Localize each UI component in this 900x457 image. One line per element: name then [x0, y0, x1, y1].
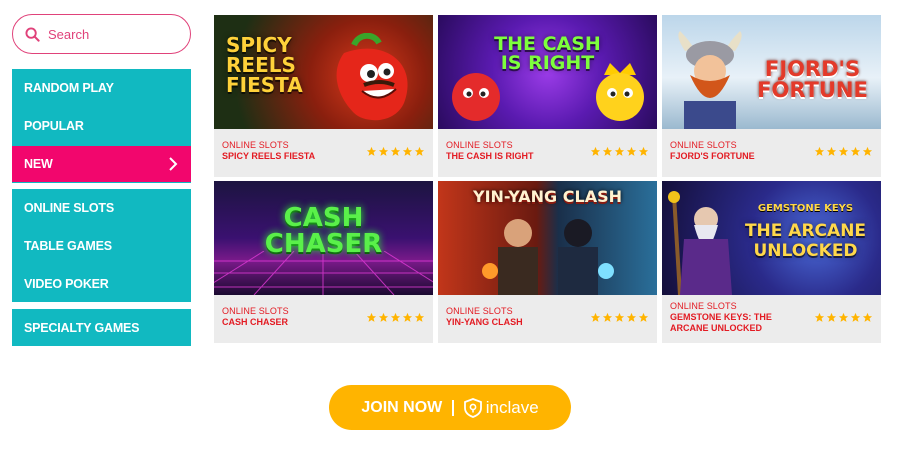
menu-group-games: ONLINE SLOTS TABLE GAMES VIDEO POKER: [12, 189, 191, 302]
menu-item-label: RANDOM PLAY: [24, 81, 114, 95]
game-name: CASH CHASER: [222, 317, 289, 327]
game-info: ONLINE SLOTS CASH CHASER: [214, 295, 433, 343]
menu-item-specialty-games[interactable]: SPECIALTY GAMES: [12, 309, 191, 346]
star-icon: [626, 146, 637, 156]
game-title-art: THE CASH IS RIGHT: [494, 33, 601, 74]
star-icon: [402, 312, 413, 322]
game-title-art: YIN-YANG CLASH: [473, 187, 622, 206]
inclave-shield-icon: [463, 397, 482, 418]
game-title-art: CASH CHASER: [264, 203, 383, 259]
game-info: ONLINE SLOTS THE CASH IS RIGHT: [438, 129, 657, 177]
chevron-right-icon: [169, 157, 178, 171]
rating-stars: [814, 146, 873, 157]
game-thumbnail: CASH CHASER: [214, 181, 433, 295]
star-icon: [814, 146, 825, 156]
game-category: ONLINE SLOTS: [670, 301, 737, 311]
menu-item-label: SPECIALTY GAMES: [24, 320, 140, 335]
star-icon: [378, 146, 389, 156]
game-thumbnail: FJORD'S FORTUNE: [662, 15, 881, 129]
menu-item-popular[interactable]: POPULAR: [12, 107, 191, 145]
menu-item-table-games[interactable]: TABLE GAMES: [12, 227, 191, 265]
game-card[interactable]: THE CASH IS RIGHT ONLINE SLOTS THE CASH …: [438, 15, 657, 177]
star-icon: [850, 146, 861, 156]
star-icon: [814, 312, 825, 322]
rating-stars: [366, 146, 425, 157]
game-thumbnail: SPICY REELS FIESTA: [214, 15, 433, 129]
star-icon: [862, 312, 873, 322]
game-info: ONLINE SLOTS SPICY REELS FIESTA: [214, 129, 433, 177]
game-info: ONLINE SLOTS FJORD'S FORTUNE: [662, 129, 881, 177]
game-title-art: THE ARCANE UNLOCKED: [744, 221, 867, 262]
wizard-character-icon: [668, 191, 732, 295]
game-card[interactable]: GEMSTONE KEYS THE ARCANE UNLOCKED ONLINE…: [662, 181, 881, 343]
game-title-art-prefix: GEMSTONE KEYS: [757, 203, 854, 214]
menu-group-specialty: SPECIALTY GAMES: [12, 309, 191, 346]
rating-stars: [590, 312, 649, 323]
brand-name: inclave: [485, 397, 539, 417]
star-icon: [850, 312, 861, 322]
star-icon: [390, 312, 401, 322]
divider: [452, 399, 454, 416]
rating-stars: [590, 146, 649, 157]
star-icon: [826, 312, 837, 322]
join-now-button[interactable]: JOIN NOW inclave: [329, 385, 571, 430]
game-card[interactable]: CASH CHASER ONLINE SLOTS CASH CHASER: [214, 181, 433, 343]
menu-item-label: TABLE GAMES: [24, 239, 112, 253]
menu-item-label: NEW: [24, 157, 53, 171]
menu-item-label: POPULAR: [24, 119, 84, 133]
star-icon: [602, 312, 613, 322]
rating-stars: [366, 312, 425, 323]
menu-item-label: VIDEO POKER: [24, 277, 109, 291]
star-icon: [378, 312, 389, 322]
game-card[interactable]: FJORD'S FORTUNE ONLINE SLOTS FJORD'S FOR…: [662, 15, 881, 177]
menu-item-new[interactable]: NEW: [12, 146, 191, 182]
star-icon: [602, 146, 613, 156]
game-name: SPICY REELS FIESTA: [222, 151, 316, 161]
viking-character-icon: [678, 31, 742, 129]
game-info: ONLINE SLOTS GEMSTONE KEYS: THE ARCANE U…: [662, 295, 881, 343]
join-label: JOIN NOW: [361, 398, 443, 416]
star-icon: [414, 312, 425, 322]
game-thumbnail: THE CASH IS RIGHT: [438, 15, 657, 129]
game-name: YIN-YANG CLASH: [446, 317, 523, 327]
menu-item-online-slots[interactable]: ONLINE SLOTS: [12, 189, 191, 227]
menu-item-random-play[interactable]: RANDOM PLAY: [12, 69, 191, 107]
star-icon: [826, 146, 837, 156]
menu-group-active: NEW: [12, 146, 191, 182]
star-icon: [414, 146, 425, 156]
search-icon: [25, 26, 40, 42]
star-icon: [638, 312, 649, 322]
warriors-icon: [482, 219, 614, 295]
game-card[interactable]: SPICY REELS FIESTA ONLINE SLOTS SPICY RE…: [214, 15, 433, 177]
game-name: FJORD'S FORTUNE: [670, 151, 755, 161]
rating-stars: [814, 312, 873, 323]
star-icon: [590, 312, 601, 322]
star-icon: [590, 146, 601, 156]
menu-item-label: ONLINE SLOTS: [24, 201, 114, 215]
menu-item-video-poker[interactable]: VIDEO POKER: [12, 265, 191, 303]
star-icon: [862, 146, 873, 156]
game-thumbnail: YIN-YANG CLASH: [438, 181, 657, 295]
search-bar[interactable]: [12, 14, 191, 54]
star-icon: [402, 146, 413, 156]
star-icon: [638, 146, 649, 156]
chili-pepper-icon: [336, 33, 408, 121]
game-title-art: SPICY REELS FIESTA: [226, 33, 303, 97]
game-title-art: FJORD'S FORTUNE: [757, 57, 868, 102]
star-icon: [366, 312, 377, 322]
game-card[interactable]: YIN-YANG CLASH ONLINE SLOTS YIN-YANG CLA…: [438, 181, 657, 343]
star-icon: [614, 312, 625, 322]
game-name: THE CASH IS RIGHT: [446, 151, 534, 161]
star-icon: [390, 146, 401, 156]
star-icon: [838, 146, 849, 156]
star-icon: [838, 312, 849, 322]
search-input[interactable]: [48, 26, 178, 42]
star-icon: [366, 146, 377, 156]
game-name: GEMSTONE KEYS: THE ARCANE UNLOCKED: [670, 312, 772, 333]
star-icon: [614, 146, 625, 156]
game-info: ONLINE SLOTS YIN-YANG CLASH: [438, 295, 657, 343]
star-icon: [626, 312, 637, 322]
game-thumbnail: GEMSTONE KEYS THE ARCANE UNLOCKED: [662, 181, 881, 295]
inclave-brand: inclave: [463, 397, 539, 418]
